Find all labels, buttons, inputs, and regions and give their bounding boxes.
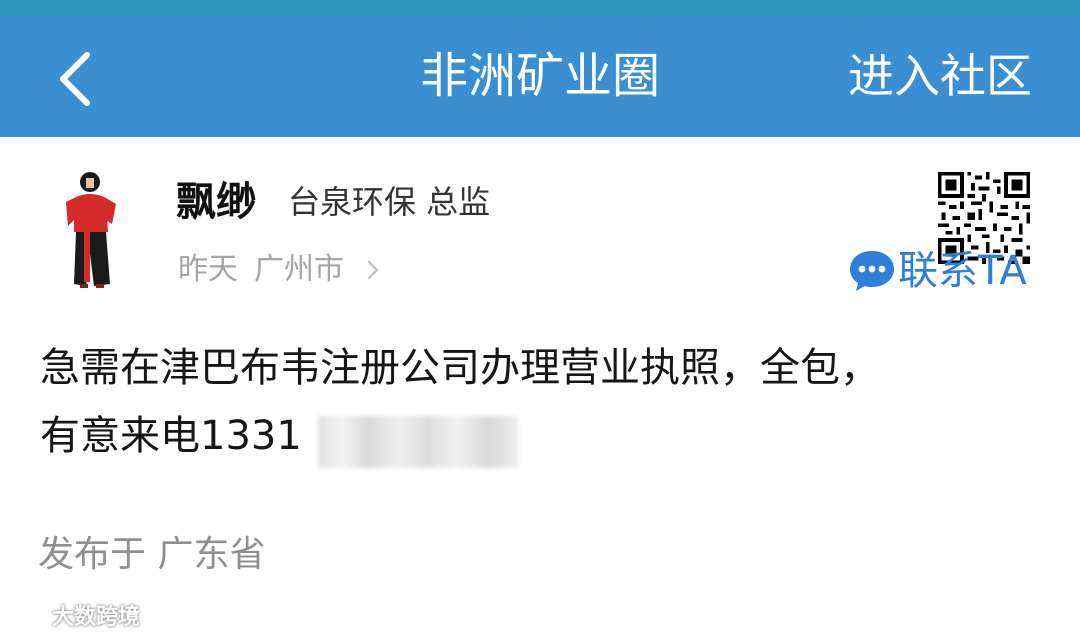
contact-label: 联系TA	[898, 248, 1027, 294]
watermark-logo-icon	[9, 604, 46, 626]
post-location: 发布于 广东省	[38, 534, 266, 575]
author-name[interactable]: 飘缈	[176, 174, 256, 230]
post-detail-page: 非洲矿业圈 进入社区 飘缈 台泉环保 总监 昨天 广州市 联系TA 急需在津巴布…	[0, 0, 1080, 639]
chat-bubble-icon	[848, 248, 896, 294]
chevron-left-icon	[60, 52, 90, 106]
post-content-line-1: 急需在津巴布韦注册公司办理营业执照，全包，	[40, 345, 880, 391]
app-header: 非洲矿业圈 进入社区	[0, 0, 1080, 137]
post-content: 急需在津巴布韦注册公司办理营业执照，全包， 有意来电1331	[40, 334, 1050, 470]
post-time: 昨天	[178, 252, 238, 287]
watermark-text: 大数跨境	[52, 605, 141, 630]
post-content-line-2: 有意来电1331	[40, 413, 302, 459]
join-community-button[interactable]: 进入社区	[830, 44, 1050, 108]
redacted-phone-blur	[318, 416, 518, 468]
watermark: 大数跨境	[6, 598, 140, 632]
avatar[interactable]	[60, 168, 126, 292]
contact-button[interactable]: 联系TA	[848, 244, 1048, 298]
post-city: 广州市	[254, 252, 344, 287]
author-title: 台泉环保 总监	[288, 183, 491, 221]
post-meta[interactable]: 昨天 广州市	[178, 248, 380, 292]
status-bar-strip	[0, 0, 1080, 16]
back-button[interactable]	[40, 44, 110, 114]
page-title: 非洲矿业圈	[419, 48, 660, 104]
chevron-right-icon	[360, 259, 380, 281]
